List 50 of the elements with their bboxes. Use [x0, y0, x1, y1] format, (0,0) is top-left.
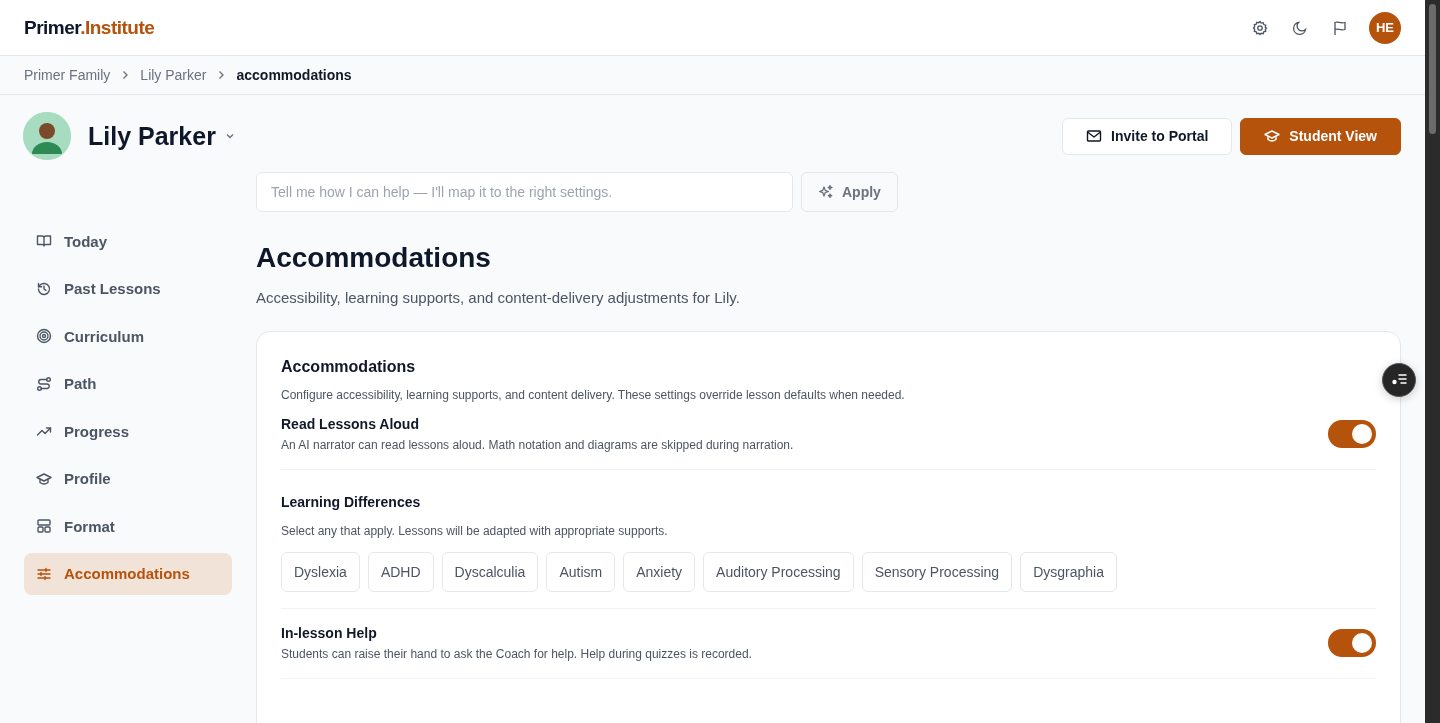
- invite-button[interactable]: Invite to Portal: [1062, 117, 1233, 155]
- page-title: Accommodations: [256, 241, 492, 275]
- history-icon: [36, 280, 52, 297]
- option-chip[interactable]: Autism: [546, 552, 616, 592]
- layout-icon: [36, 518, 52, 534]
- sparkles-icon: [818, 184, 834, 200]
- sidebar-item[interactable]: Format: [24, 505, 232, 547]
- option-chip[interactable]: Sensory Processing: [861, 552, 1013, 592]
- option-chip[interactable]: Anxiety: [623, 552, 696, 592]
- setting-description: Select any that apply. Lessons will be adapted with appropriate supports.: [281, 524, 669, 538]
- sidebar-item[interactable]: Accommodations: [24, 552, 232, 595]
- scrollbar[interactable]: [1425, 0, 1440, 723]
- toggle-switch[interactable]: [1328, 629, 1376, 657]
- sidebar-item[interactable]: Progress: [24, 410, 232, 452]
- card-description: Configure accessibility, learning supports, and content delivery. These settings override lesson defaults when needed.: [281, 388, 906, 402]
- sidebar-item[interactable]: Profile: [24, 457, 232, 500]
- setting-title: In-lesson Help: [281, 625, 378, 641]
- breadcrumb-link[interactable]: Lily Parker: [140, 67, 207, 83]
- sidebar-item[interactable]: Today: [24, 220, 232, 262]
- setting-description: An AI narrator can read lessons aloud. Math notation and diagrams are skipped during narration.: [281, 438, 794, 452]
- user-avatar[interactable]: HE: [1369, 11, 1401, 44]
- avatar-icon: [23, 112, 71, 160]
- route-icon: [36, 375, 52, 392]
- setting-title: Learning Differences: [281, 494, 422, 510]
- student-view-button[interactable]: Student View: [1240, 117, 1401, 155]
- option-chip[interactable]: ADHD: [367, 552, 434, 592]
- option-chip[interactable]: Dyscalculia: [441, 552, 539, 592]
- sidebar-item[interactable]: Past Lessons: [24, 267, 232, 310]
- mail-icon: [1086, 128, 1103, 144]
- card-title: Accommodations: [281, 358, 417, 376]
- sidebar-item[interactable]: Curriculum: [24, 315, 232, 357]
- page-subtitle: Accessibility, learning supports, and content-delivery adjustments for Lily.: [256, 289, 741, 306]
- toggle-switch[interactable]: [1328, 420, 1376, 448]
- student-name[interactable]: Lily Parker: [88, 121, 216, 151]
- sliders-icon: [36, 565, 52, 582]
- option-chip[interactable]: Auditory Processing: [703, 552, 854, 592]
- logo[interactable]: Primer.Institute: [24, 16, 155, 39]
- graduation-cap-icon: [36, 470, 52, 487]
- sidebar-item[interactable]: Path: [24, 362, 232, 405]
- target-icon: [36, 328, 52, 344]
- book-icon: [36, 233, 52, 249]
- setting-title: Read Lessons Aloud: [281, 416, 420, 432]
- graduation-cap-icon: [1264, 128, 1281, 144]
- option-chip[interactable]: Dyslexia: [281, 552, 360, 592]
- setting-description: Students can raise their hand to ask the Coach for help. Help during quizzes is recorded.: [281, 647, 752, 661]
- checklist-icon[interactable]: [1382, 363, 1416, 397]
- apply-button[interactable]: Apply: [801, 172, 898, 212]
- breadcrumb-link[interactable]: Primer Family: [24, 67, 111, 83]
- help-input-field[interactable]: Tell me how I can help — I'll map it to the right settings.: [256, 172, 793, 212]
- option-chip[interactable]: Dysgraphia: [1020, 552, 1117, 592]
